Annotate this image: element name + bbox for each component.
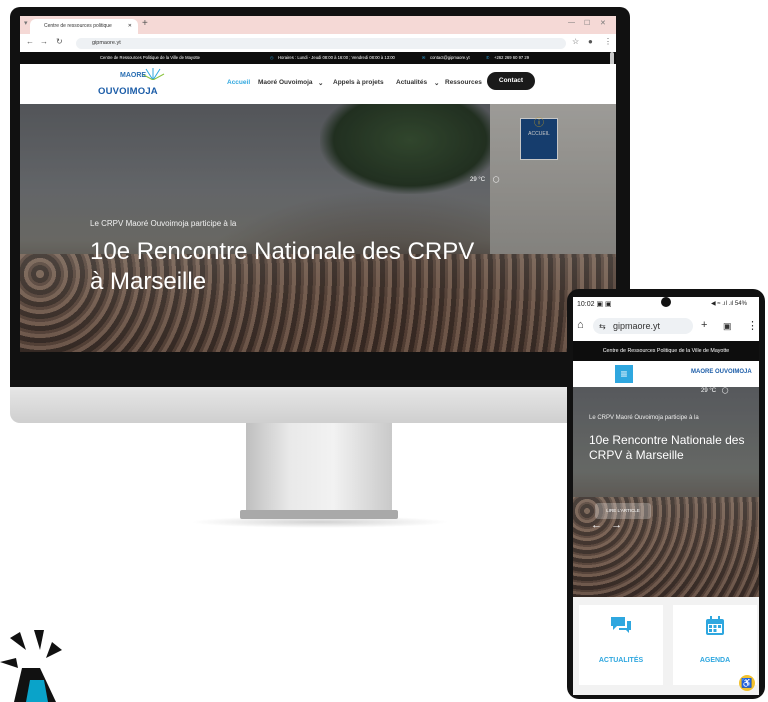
mobile-menu-icon[interactable]: ⋮ bbox=[747, 319, 758, 332]
back-icon[interactable]: ← bbox=[26, 37, 34, 46]
card-agenda[interactable]: AGENDA bbox=[673, 605, 757, 685]
browser-addressbar: ← → ↻ gipmaore.yt ☆ ● ⋮ bbox=[20, 34, 616, 53]
hero-temperature: 29 °C ◯ bbox=[470, 176, 499, 183]
mobile-temperature-text: 29 °C bbox=[701, 388, 717, 394]
nav-appels-a-projets[interactable]: Appels à projets bbox=[333, 79, 384, 86]
card-actualites-label: ACTUALITÉS bbox=[598, 657, 644, 664]
temperature-text: 29 °C bbox=[470, 177, 486, 183]
nav-actualites[interactable]: Actualités bbox=[396, 79, 427, 86]
desktop-screen: ▾ Centre de ressources politique ✕ + — ☐… bbox=[20, 16, 616, 352]
status-battery: 54% bbox=[734, 301, 747, 307]
site-navbar: MAORE OUVOIMOJA Accueil Maoré Ouvoimoja … bbox=[20, 64, 616, 104]
status-time: 10:02 ▣ ▣ bbox=[577, 301, 612, 308]
hero-kicker: Le CRPV Maoré Ouvoimoja participe à la bbox=[90, 219, 237, 228]
next-slide-icon[interactable]: → bbox=[611, 519, 622, 531]
reload-icon[interactable]: ↻ bbox=[56, 37, 63, 46]
close-window-icon[interactable]: ✕ bbox=[600, 19, 606, 27]
mobile-hero: 29 °C ◯ Le CRPV Maoré Ouvoimoja particip… bbox=[573, 387, 759, 597]
sparkle-logo-icon bbox=[0, 630, 62, 702]
clock-icon: ◷ bbox=[270, 55, 274, 60]
hero-title: 10e Rencontre Nationale des CRPV à Marse… bbox=[90, 238, 475, 295]
tab-title: Centre de ressources politique bbox=[44, 23, 112, 29]
mobile-hero-title: 10e Rencontre Nationale des CRPV à Marse… bbox=[589, 433, 745, 462]
phone-icon: ✆ bbox=[486, 55, 490, 60]
contact-button[interactable]: Contact bbox=[487, 72, 535, 90]
card-actualites[interactable]: ACTUALITÉS bbox=[579, 605, 663, 685]
tab-close-icon[interactable]: ✕ bbox=[128, 19, 132, 34]
browser-tab[interactable]: Centre de ressources politique ✕ bbox=[30, 19, 138, 34]
mobile-addressbar: ⌂ gipmaore.yt ⇆ + ▣ ⋮ bbox=[573, 314, 759, 338]
hamburger-menu-button[interactable]: ≡ bbox=[615, 365, 633, 383]
monitor-stand-base bbox=[240, 510, 398, 519]
browser-menu-icon[interactable]: ⋮ bbox=[604, 37, 612, 46]
monitor-stand bbox=[246, 423, 392, 510]
accessibility-icon[interactable]: ♿ bbox=[739, 675, 755, 691]
nav-maore-ouvoimoja[interactable]: Maoré Ouvoimoja bbox=[258, 79, 313, 86]
monitor-chin bbox=[10, 387, 630, 423]
forward-icon[interactable]: → bbox=[40, 37, 48, 46]
browser-tabbar: ▾ Centre de ressources politique ✕ + — ☐… bbox=[20, 16, 616, 34]
hero-overlay bbox=[20, 104, 616, 352]
read-article-button[interactable]: LIRE L'ARTICLE bbox=[595, 503, 651, 519]
nav-ressources[interactable]: Ressources bbox=[445, 79, 482, 86]
front-camera bbox=[661, 297, 671, 307]
tab-menu-icon[interactable]: ▾ bbox=[24, 19, 28, 27]
mobile-hero-kicker: Le CRPV Maoré Ouvoimoja participe à la bbox=[589, 415, 699, 421]
topbar-hours: Horaires : Lundi - Jeudi 08:00 à 16:00 ;… bbox=[278, 55, 395, 60]
url-field[interactable]: gipmaore.yt bbox=[76, 38, 566, 49]
site-topbar: Centre de Ressources Politique de la Vil… bbox=[20, 52, 616, 64]
mobile-screen: 10:02 ▣ ▣ ◀ ≈ .ıl .ıl 54% ⌂ gipmaore.yt … bbox=[573, 297, 759, 695]
mobile-url-text: gipmaore.yt bbox=[613, 321, 661, 331]
chat-bubbles-icon bbox=[579, 615, 663, 641]
profile-icon[interactable]: ● bbox=[588, 37, 593, 46]
mobile-navbar: ≡ MAORE OUVOIMOJA bbox=[573, 361, 759, 387]
mobile-logo[interactable]: MAORE OUVOIMOJA bbox=[691, 369, 752, 375]
prev-slide-icon[interactable]: ← bbox=[591, 519, 602, 531]
site-settings-icon[interactable]: ⇆ bbox=[599, 322, 606, 331]
mobile-topbar: Centre de Ressources Politique de la Vil… bbox=[573, 341, 759, 361]
topbar-email[interactable]: contact@gipmaore.yt bbox=[430, 52, 470, 64]
chevron-down-icon: ⌄ bbox=[318, 80, 324, 87]
status-icons: ◀ ≈ .ıl .ıl 54% bbox=[711, 301, 747, 307]
minimize-icon[interactable]: — bbox=[568, 19, 575, 26]
url-text: gipmaore.yt bbox=[92, 40, 121, 46]
new-tab-icon[interactable]: + bbox=[701, 319, 707, 331]
mobile-cards: ACTUALITÉS AGENDA ♿ bbox=[573, 597, 759, 695]
bookmark-star-icon[interactable]: ☆ bbox=[572, 37, 579, 46]
tab-count-icon[interactable]: ▣ bbox=[723, 321, 732, 332]
mail-icon: ✉ bbox=[422, 55, 426, 60]
hero-banner: ⓘ ACCUEIL 29 °C ◯ Le CRPV Maoré Ouvoimoj… bbox=[20, 104, 616, 352]
status-time-text: 10:02 bbox=[577, 301, 595, 308]
nav-accueil[interactable]: Accueil bbox=[227, 79, 250, 86]
calendar-icon bbox=[673, 615, 757, 643]
chevron-down-icon: ⌄ bbox=[434, 80, 440, 87]
topbar-phone[interactable]: +262 269 60 97 29 bbox=[494, 52, 529, 64]
weather-icon: ◯ bbox=[492, 177, 500, 183]
new-tab-icon[interactable]: + bbox=[142, 18, 148, 29]
maximize-icon[interactable]: ☐ bbox=[584, 19, 590, 27]
mobile-url-field[interactable]: gipmaore.yt bbox=[593, 318, 693, 334]
topbar-title: Centre de Ressources Politique de la Vil… bbox=[100, 55, 201, 60]
home-icon[interactable]: ⌂ bbox=[577, 319, 584, 331]
card-agenda-label: AGENDA bbox=[699, 657, 731, 664]
logo-line2[interactable]: OUVOIMOJA bbox=[98, 86, 158, 97]
logo-line1[interactable]: MAORE bbox=[120, 72, 146, 79]
mobile-hero-temperature: 29 °C ◯ bbox=[701, 387, 728, 394]
slider-arrows: ← → bbox=[591, 519, 622, 531]
weather-icon: ◯ bbox=[721, 388, 729, 394]
